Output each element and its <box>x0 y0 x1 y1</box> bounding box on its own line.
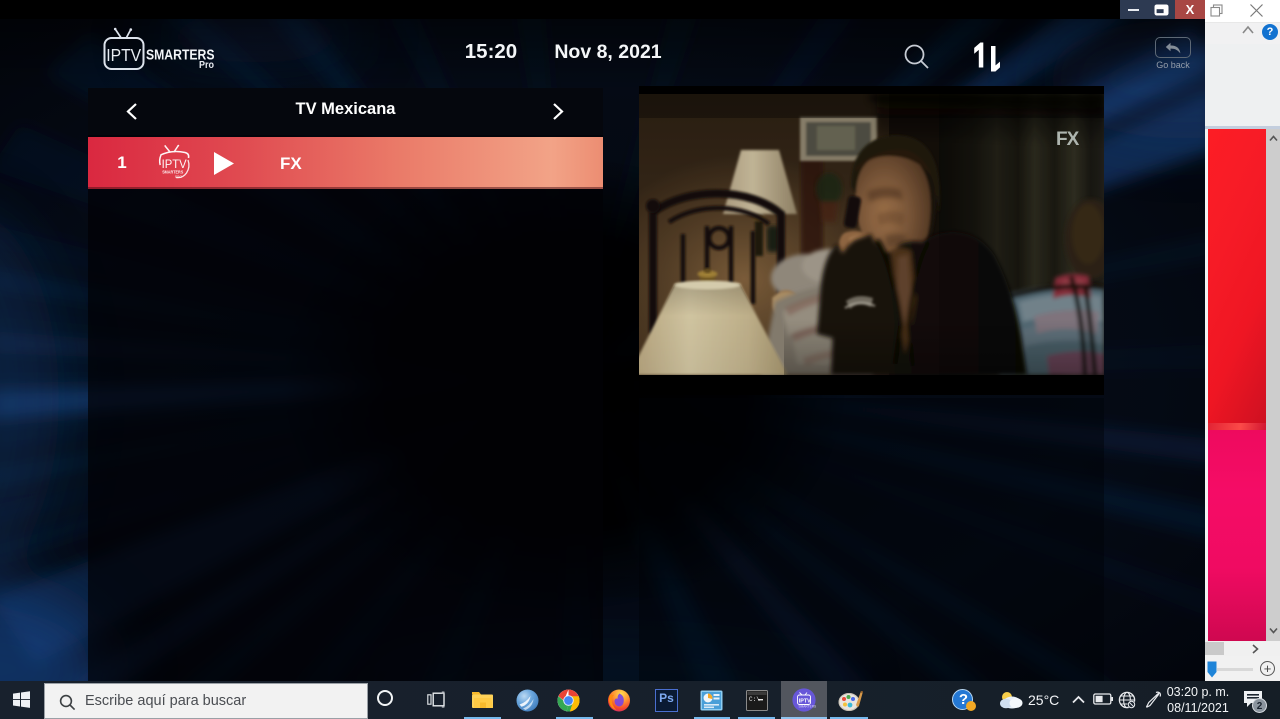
svg-text:Pro: Pro <box>199 60 214 71</box>
svg-text:SMARTERS: SMARTERS <box>162 170 183 175</box>
svg-text:IPTV: IPTV <box>106 45 141 65</box>
svg-text:SMARTERS: SMARTERS <box>799 705 817 709</box>
svg-text:FX: FX <box>1056 129 1080 150</box>
